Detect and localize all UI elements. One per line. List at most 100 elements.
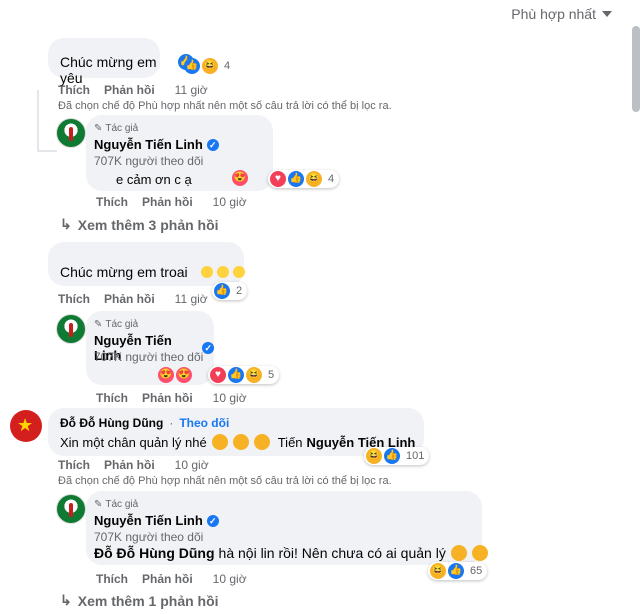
author-badge: ✎ Tác giả bbox=[94, 499, 138, 510]
comment-text: Chúc mừng em troai bbox=[60, 264, 188, 280]
reaction-summary[interactable]: 😆 👍 101 bbox=[364, 447, 430, 465]
reply-text: hà nội lin rồi! Nên chưa có ai quản lý bbox=[218, 545, 446, 561]
avatar[interactable] bbox=[56, 118, 86, 148]
text-emoji: 😍 😍 bbox=[158, 367, 192, 383]
pen-icon: ✎ bbox=[94, 319, 103, 330]
timestamp[interactable]: 10 giờ bbox=[213, 391, 247, 405]
smile-emoji bbox=[201, 266, 213, 278]
avatar[interactable]: ★ bbox=[10, 410, 42, 442]
tagged-user[interactable]: Đỗ Đỗ Hùng Dũng bbox=[94, 545, 215, 561]
like-button[interactable]: Thích bbox=[58, 458, 90, 472]
commenter-name[interactable]: Đỗ Đỗ Hùng Dũng bbox=[60, 416, 163, 430]
smile-emoji bbox=[217, 266, 229, 278]
reaction-summary[interactable]: ♥ 👍 😆 5 bbox=[208, 366, 280, 384]
avatar-figure bbox=[69, 323, 73, 337]
reaction-count: 65 bbox=[470, 565, 483, 577]
reply-text-row: Đỗ Đỗ Hùng Dũng hà nội lin rồi! Nên chưa… bbox=[94, 545, 488, 561]
comment-bubble: Chúc mừng em yêu bbox=[48, 38, 160, 86]
commenter-name-label: Nguyễn Tiến Linh bbox=[94, 137, 203, 152]
reply-button[interactable]: Phản hồi bbox=[104, 292, 155, 306]
haha-icon: 😆 bbox=[246, 367, 262, 383]
follow-button[interactable]: Theo dõi bbox=[179, 416, 229, 430]
author-badge: ✎ Tác giả bbox=[94, 319, 138, 330]
timestamp[interactable]: 11 giờ bbox=[175, 83, 208, 97]
commenter-name[interactable]: Nguyễn Tiến Linh ✓ bbox=[94, 137, 219, 152]
verified-icon: ✓ bbox=[202, 342, 214, 354]
comment-text: Xin một chân quản lý nhé bbox=[60, 434, 207, 450]
like-icon: 👍 bbox=[228, 367, 244, 383]
author-badge-label: Tác giả bbox=[105, 319, 139, 330]
reply-actions: Thích Phản hồi 10 giờ bbox=[96, 391, 247, 405]
comment-text: Chúc mừng em yêu bbox=[60, 54, 157, 86]
haha-icon: 😆 bbox=[306, 171, 322, 187]
reaction-count: 2 bbox=[236, 285, 243, 297]
scrollbar[interactable] bbox=[632, 26, 640, 112]
follower-count: 707K người theo dõi bbox=[94, 530, 204, 544]
reply-button[interactable]: Phản hồi bbox=[104, 83, 155, 97]
like-icon: 👍 bbox=[214, 283, 230, 299]
smile-emoji bbox=[233, 266, 245, 278]
like-button[interactable]: Thích bbox=[58, 292, 90, 306]
reaction-summary[interactable]: 👍 2 bbox=[212, 282, 248, 300]
comment-text-row: Xin một chân quản lý nhé Tiến Nguyễn Tiế… bbox=[60, 434, 415, 450]
like-icon: 👍 bbox=[184, 58, 200, 74]
timestamp[interactable]: 10 giờ bbox=[213, 572, 247, 586]
grin-emoji bbox=[253, 434, 270, 450]
rofl-emoji bbox=[450, 545, 467, 561]
comment-actions: Thích Phản hồi 11 giờ bbox=[58, 292, 208, 306]
view-more-replies[interactable]: ↳ Xem thêm 3 phản hồi bbox=[60, 216, 219, 233]
reply-bubble: ✎ Tác giả Nguyễn Tiến Linh ✓ 707K người … bbox=[86, 311, 214, 385]
reaction-count: 5 bbox=[268, 369, 275, 381]
tag-prefix: Tiến bbox=[277, 434, 303, 450]
like-icon: 👍 bbox=[448, 563, 464, 579]
comment-bubble: Chúc mừng em troai bbox=[48, 242, 245, 286]
filter-note: Đã chọn chế độ Phù hợp nhất nên một số c… bbox=[58, 475, 392, 487]
sort-dropdown[interactable]: Phù hợp nhất bbox=[511, 6, 612, 22]
reaction-summary[interactable]: ♥ 👍 😆 4 bbox=[268, 170, 340, 188]
view-more-label: Xem thêm 1 phản hồi bbox=[77, 592, 219, 609]
reaction-count: 4 bbox=[224, 60, 231, 72]
reply-button[interactable]: Phản hồi bbox=[104, 458, 155, 472]
like-button[interactable]: Thích bbox=[96, 195, 128, 209]
like-button[interactable]: Thích bbox=[58, 83, 90, 97]
reaction-summary[interactable]: 😆 👍 65 bbox=[428, 562, 488, 580]
timestamp[interactable]: 10 giờ bbox=[213, 195, 247, 209]
reply-bubble: ✎ Tác giả Nguyễn Tiến Linh ✓ 707K người … bbox=[86, 491, 488, 565]
timestamp[interactable]: 11 giờ bbox=[175, 292, 208, 306]
reply-button[interactable]: Phản hồi bbox=[142, 572, 193, 586]
reply-button[interactable]: Phản hồi bbox=[142, 391, 193, 405]
reply-actions: Thích Phản hồi 10 giờ bbox=[96, 195, 247, 209]
filter-note: Đã chọn chế độ Phù hợp nhất nên một số c… bbox=[58, 100, 392, 112]
reply-button[interactable]: Phản hồi bbox=[142, 195, 193, 209]
view-more-replies[interactable]: ↳ Xem thêm 1 phản hồi bbox=[60, 592, 219, 609]
avatar[interactable] bbox=[56, 494, 86, 524]
like-button[interactable]: Thích bbox=[96, 391, 128, 405]
text-emoji bbox=[200, 266, 245, 278]
reaction-count: 101 bbox=[406, 450, 425, 462]
author-badge-label: Tác giả bbox=[105, 499, 139, 510]
timestamp[interactable]: 10 giờ bbox=[175, 458, 209, 472]
view-more-label: Xem thêm 3 phản hồi bbox=[77, 216, 219, 233]
comment-actions: Thích Phản hồi 11 giờ bbox=[58, 83, 208, 97]
avatar[interactable] bbox=[56, 314, 86, 344]
reply-arrow-icon: ↳ bbox=[60, 592, 72, 608]
reaction-summary[interactable]: 👍 😆 4 bbox=[182, 57, 235, 75]
thread-line bbox=[37, 150, 57, 152]
dot-separator: · bbox=[169, 416, 174, 430]
love-icon: ♥ bbox=[270, 171, 286, 187]
follower-count: 707K người theo dõi bbox=[94, 154, 204, 168]
reply-text: e cảm ơn c ạ bbox=[116, 172, 192, 187]
commenter-name-label: Nguyễn Tiến Linh bbox=[94, 513, 203, 528]
haha-icon: 😆 bbox=[430, 563, 446, 579]
verified-icon: ✓ bbox=[206, 514, 219, 527]
grin-emoji bbox=[211, 434, 228, 450]
like-button[interactable]: Thích bbox=[96, 572, 128, 586]
commenter-name[interactable]: Nguyễn Tiến Linh ✓ bbox=[94, 513, 219, 528]
grin-emoji bbox=[232, 434, 249, 450]
haha-icon: 😆 bbox=[366, 448, 382, 464]
reply-actions: Thích Phản hồi 10 giờ bbox=[96, 572, 247, 586]
thread-line bbox=[37, 90, 39, 150]
reply-arrow-icon: ↳ bbox=[60, 216, 72, 232]
verified-icon: ✓ bbox=[206, 138, 219, 151]
text-emoji: 😍 bbox=[232, 170, 248, 186]
